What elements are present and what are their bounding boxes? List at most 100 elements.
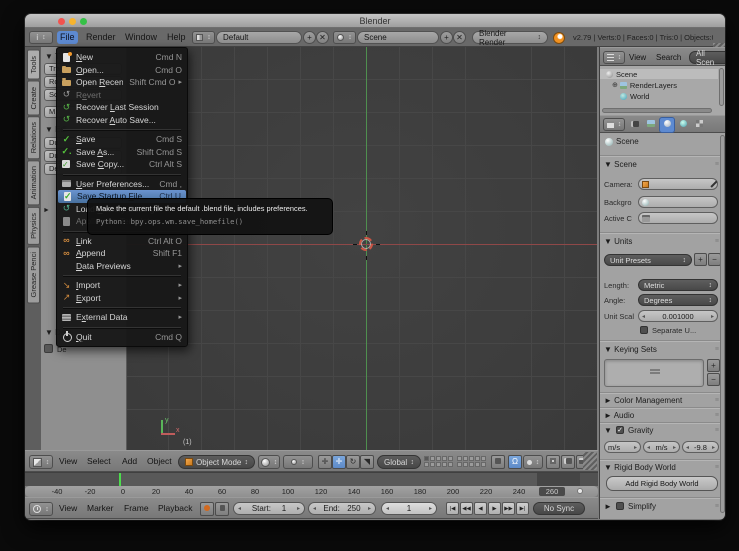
- menu-file[interactable]: File: [57, 31, 78, 44]
- lock-to-scene-button[interactable]: [491, 455, 505, 469]
- mode-dropdown[interactable]: Object Mode ↕: [178, 455, 255, 469]
- menu-render[interactable]: Render: [83, 31, 119, 44]
- outliner-row-renderlayers[interactable]: ⊕ RenderLayers: [600, 80, 718, 90]
- menu-item-recover-last-session[interactable]: ↺ Recover Last Session: [57, 101, 187, 114]
- gravity-checkbox[interactable]: ✓: [616, 426, 624, 434]
- menu-marker[interactable]: Marker: [87, 503, 113, 513]
- tab-world[interactable]: [676, 118, 690, 132]
- panel-header-scene[interactable]: ▼ Scene: [604, 160, 637, 169]
- tab-physics[interactable]: Physics: [27, 206, 40, 245]
- menu-item-new[interactable]: New Cmd N: [57, 51, 187, 64]
- menu-item-open-recent[interactable]: Open Recent...Shift Cmd O▸: [57, 76, 187, 89]
- snap-toggle-button[interactable]: Ω: [508, 455, 522, 469]
- menu-item-external-data[interactable]: External Data ▸: [57, 311, 187, 324]
- gravity-z-field[interactable]: ◂ -9.8 ▸: [682, 441, 719, 453]
- tab-texture[interactable]: [692, 118, 706, 132]
- expand-icon[interactable]: ⊕: [612, 81, 618, 89]
- length-unit-dropdown[interactable]: Metric ↕: [638, 279, 718, 291]
- transform-orientation-dropdown[interactable]: Global ↕: [377, 455, 421, 469]
- editor-type-button-3dview[interactable]: ↕: [29, 455, 53, 469]
- tab-render-layers[interactable]: [644, 118, 658, 132]
- menu-add[interactable]: Add: [122, 456, 137, 466]
- increment-arrow-icon[interactable]: ▸: [712, 444, 715, 451]
- eyedropper-icon[interactable]: [709, 180, 717, 188]
- scene-browse-button[interactable]: ↕: [333, 31, 356, 44]
- current-frame-line[interactable]: [119, 473, 121, 487]
- record-autokey-button[interactable]: [200, 502, 214, 516]
- delete-scene-button[interactable]: ✕: [453, 31, 466, 44]
- gravity-y-field[interactable]: ◂ m/s ▸: [643, 441, 680, 453]
- outliner-row-world[interactable]: World: [600, 91, 718, 101]
- translate-manipulator-button[interactable]: ✛: [332, 455, 346, 469]
- scene-name-field[interactable]: Scene: [357, 31, 439, 44]
- opengl-render-image-button[interactable]: [561, 455, 575, 469]
- display-scope-dropdown[interactable]: All Scen: [689, 49, 725, 67]
- jump-to-end-button[interactable]: ▶|: [516, 502, 529, 515]
- increment-arrow-icon[interactable]: ▸: [634, 444, 637, 451]
- manipulator-toggle-button[interactable]: ✛: [318, 455, 332, 469]
- background-scene-field[interactable]: [638, 196, 718, 208]
- pivot-point-dropdown[interactable]: ↕: [283, 455, 313, 469]
- play-button[interactable]: ▶: [488, 502, 501, 515]
- angle-unit-dropdown[interactable]: Degrees ↕: [638, 294, 718, 306]
- tab-render[interactable]: [628, 118, 642, 132]
- menu-frame[interactable]: Frame: [124, 503, 149, 513]
- decrement-arrow-icon[interactable]: ◂: [686, 444, 689, 451]
- panel-header-gravity[interactable]: ▼: [604, 426, 612, 435]
- horizontal-scrollbar[interactable]: [602, 108, 712, 113]
- keyingset-lock-button[interactable]: [215, 502, 229, 516]
- menu-help[interactable]: Help: [164, 31, 189, 44]
- tab-create[interactable]: Create: [27, 80, 40, 116]
- menu-item-save[interactable]: ✓ Save Cmd S: [57, 133, 187, 146]
- editor-type-button-properties[interactable]: ↕: [603, 118, 625, 131]
- vertical-scrollbar[interactable]: [719, 68, 724, 106]
- add-keying-set-button[interactable]: +: [707, 359, 720, 372]
- menu-item-link[interactable]: ∞ Link Ctrl Alt O: [57, 235, 187, 248]
- add-scene-button[interactable]: +: [440, 31, 453, 44]
- menu-window[interactable]: Window: [122, 31, 160, 44]
- tab-scene[interactable]: [660, 118, 674, 132]
- panel-header-keying-sets[interactable]: ▼ Keying Sets: [604, 345, 657, 354]
- editor-type-button-timeline[interactable]: ↕: [29, 502, 53, 516]
- menu-item-append[interactable]: ∞ Append Shift F1: [57, 247, 187, 260]
- panel-header-color-management[interactable]: ► Color Management: [604, 396, 682, 405]
- menu-view[interactable]: View: [59, 456, 77, 466]
- collapsed-panel-arrow-icon[interactable]: ►: [43, 207, 50, 214]
- sync-mode-dropdown[interactable]: No Sync: [533, 502, 585, 515]
- scrollbar-handle[interactable]: [577, 488, 583, 494]
- simplify-checkbox[interactable]: [616, 502, 624, 510]
- menu-item-recover-auto-save[interactable]: ↺ Recover Auto Save...: [57, 114, 187, 127]
- decrement-arrow-icon[interactable]: ◂: [313, 505, 316, 512]
- render-engine-dropdown[interactable]: Blender Render ↕: [472, 29, 548, 47]
- editor-type-button-info[interactable]: i ↕: [29, 31, 53, 44]
- scale-manipulator-button[interactable]: ◥: [360, 455, 374, 469]
- increment-arrow-icon[interactable]: ▸: [429, 505, 432, 512]
- decrement-arrow-icon[interactable]: ◂: [642, 313, 645, 320]
- keying-sets-list[interactable]: [604, 359, 704, 387]
- viewport-shading-dropdown[interactable]: ↕: [258, 455, 280, 469]
- increment-arrow-icon[interactable]: ▸: [297, 505, 300, 512]
- panel-header-audio[interactable]: ► Audio: [604, 411, 634, 420]
- current-frame-field[interactable]: ◂ 1 ▸: [381, 502, 437, 515]
- menu-view[interactable]: View: [629, 53, 646, 62]
- timeline-canvas[interactable]: [25, 472, 598, 487]
- menu-select[interactable]: Select: [87, 456, 111, 466]
- previous-keyframe-button[interactable]: ◀◀: [460, 502, 473, 515]
- menu-view[interactable]: View: [59, 503, 77, 513]
- viewport-3d[interactable]: y x (1): [127, 47, 597, 450]
- screen-layout-field[interactable]: Default: [216, 31, 302, 44]
- menu-item-export[interactable]: ↗ Export ▸: [57, 292, 187, 305]
- separate-units-checkbox[interactable]: [640, 326, 648, 334]
- snap-element-dropdown[interactable]: ↕: [523, 455, 543, 469]
- decrement-arrow-icon[interactable]: ◂: [386, 505, 389, 512]
- menu-object[interactable]: Object: [147, 456, 172, 466]
- corner-resize-grip[interactable]: [583, 452, 597, 470]
- menu-item-revert[interactable]: ↺ Revert: [57, 89, 187, 102]
- tab-tools[interactable]: Tools: [27, 50, 40, 80]
- render-border-button[interactable]: [546, 455, 560, 469]
- decrement-arrow-icon[interactable]: ◂: [647, 444, 650, 451]
- menu-item-save-copy[interactable]: Save Copy...Ctrl Alt S: [57, 158, 187, 171]
- add-screen-layout-button[interactable]: +: [303, 31, 316, 44]
- play-reverse-button[interactable]: ◀: [474, 502, 487, 515]
- delete-screen-layout-button[interactable]: ✕: [316, 31, 329, 44]
